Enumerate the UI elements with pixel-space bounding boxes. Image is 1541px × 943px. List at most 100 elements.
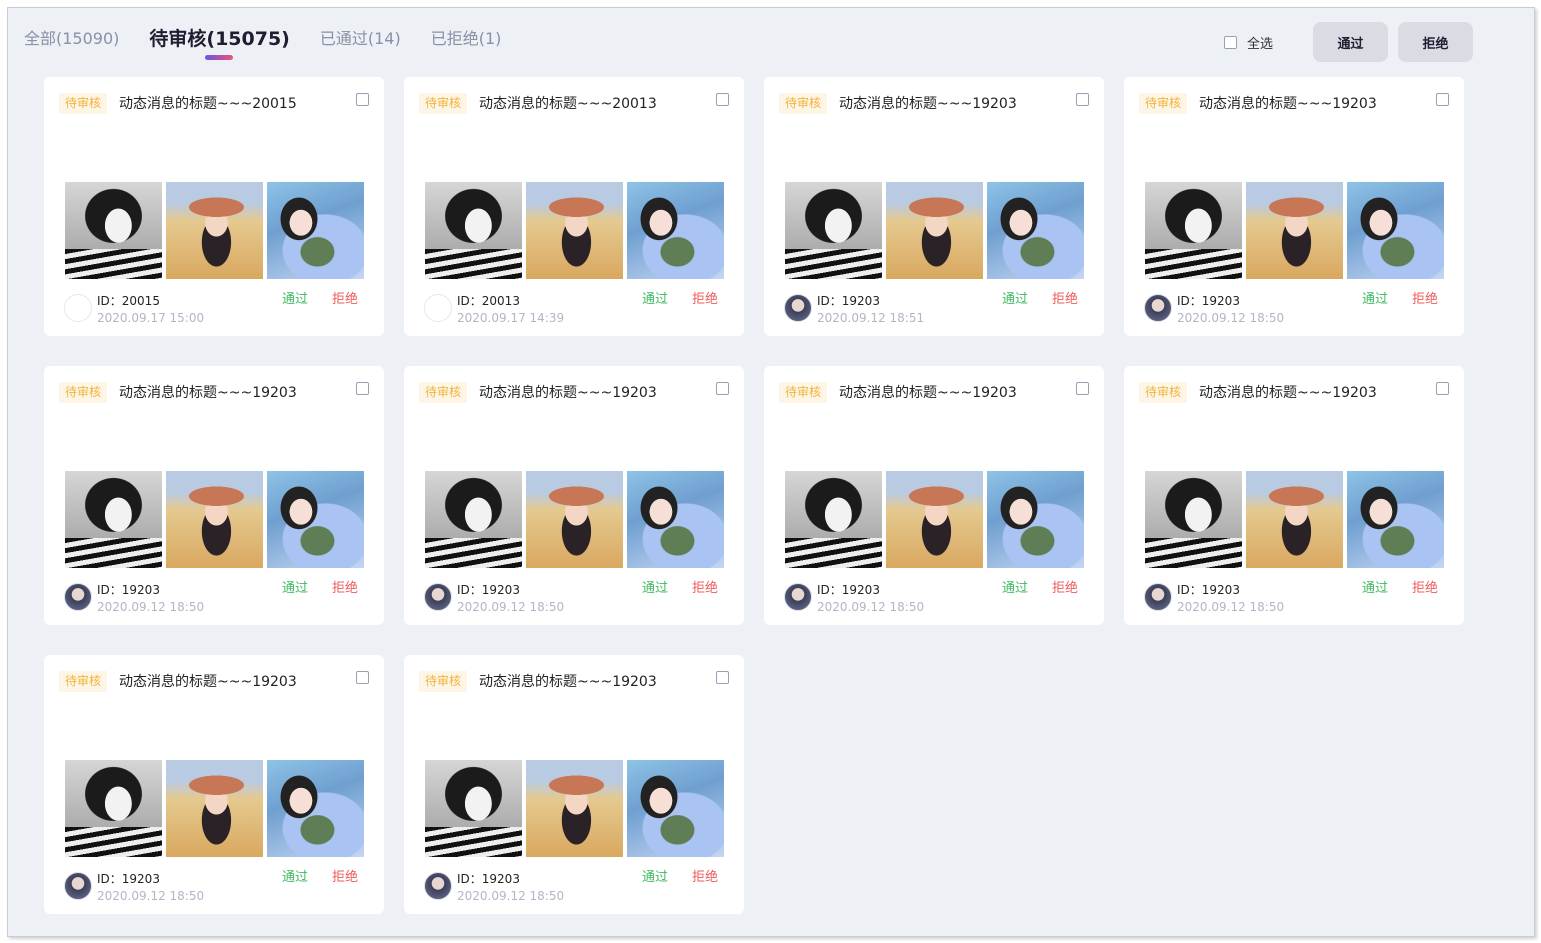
- reject-button[interactable]: 拒绝: [332, 292, 358, 308]
- post-card: 待审核 动态消息的标题~~~19203 ID：19203 2020.09.12 …: [404, 366, 744, 625]
- reject-button[interactable]: 拒绝: [1412, 292, 1438, 308]
- post-image[interactable]: [1246, 182, 1343, 279]
- avatar: [64, 583, 92, 611]
- card-checkbox[interactable]: [716, 93, 729, 106]
- user-id: ID：19203: [817, 294, 880, 308]
- select-all-checkbox[interactable]: [1223, 35, 1237, 49]
- card-footer: ID：19203 2020.09.12 18:50 通过 拒绝: [784, 581, 1084, 617]
- card-footer: ID：19203 2020.09.12 18:50 通过 拒绝: [64, 581, 364, 617]
- pass-button[interactable]: 通过: [1362, 292, 1388, 308]
- post-image[interactable]: [627, 471, 724, 568]
- reject-button[interactable]: 拒绝: [692, 870, 718, 886]
- post-image[interactable]: [267, 182, 364, 279]
- tab-pending[interactable]: 待审核(15075): [149, 26, 290, 60]
- post-time: 2020.09.12 18:51: [817, 311, 925, 325]
- pass-button[interactable]: 通过: [282, 870, 308, 886]
- tab-approved[interactable]: 已通过(14): [320, 26, 401, 52]
- tab-pending-label: 待审核(15075): [149, 28, 290, 50]
- post-image[interactable]: [267, 760, 364, 857]
- post-time: 2020.09.12 18:50: [97, 889, 205, 903]
- post-image[interactable]: [166, 471, 263, 568]
- bulk-reject-button[interactable]: 拒绝: [1398, 22, 1473, 62]
- avatar: [424, 872, 452, 900]
- user-id: ID：19203: [457, 872, 520, 886]
- pass-button[interactable]: 通过: [282, 292, 308, 308]
- pass-button[interactable]: 通过: [1002, 292, 1028, 308]
- post-image[interactable]: [987, 471, 1084, 568]
- post-image[interactable]: [886, 182, 983, 279]
- post-time: 2020.09.12 18:50: [97, 600, 205, 614]
- post-image[interactable]: [526, 182, 623, 279]
- post-image[interactable]: [526, 471, 623, 568]
- tab-all[interactable]: 全部(15090): [24, 26, 119, 52]
- pass-button[interactable]: 通过: [642, 292, 668, 308]
- reject-button[interactable]: 拒绝: [692, 581, 718, 597]
- card-footer: ID：19203 2020.09.12 18:50 通过 拒绝: [424, 870, 724, 906]
- tab-rejected[interactable]: 已拒绝(1): [431, 26, 502, 52]
- pass-button[interactable]: 通过: [642, 581, 668, 597]
- pass-button[interactable]: 通过: [1002, 581, 1028, 597]
- post-image[interactable]: [425, 471, 522, 568]
- reject-button[interactable]: 拒绝: [692, 292, 718, 308]
- status-badge: 待审核: [1139, 93, 1188, 114]
- post-image[interactable]: [166, 760, 263, 857]
- card-footer: ID：20015 2020.09.17 15:00 通过 拒绝: [64, 292, 364, 328]
- bulk-actions: 全选 通过 拒绝: [1223, 22, 1473, 62]
- user-id: ID：20013: [457, 294, 520, 308]
- post-image[interactable]: [526, 760, 623, 857]
- post-image[interactable]: [65, 471, 162, 568]
- pass-button[interactable]: 通过: [282, 581, 308, 597]
- reject-button[interactable]: 拒绝: [1052, 581, 1078, 597]
- card-checkbox[interactable]: [1076, 93, 1089, 106]
- pass-button[interactable]: 通过: [642, 870, 668, 886]
- select-all[interactable]: 全选: [1223, 33, 1273, 52]
- post-image[interactable]: [1347, 471, 1444, 568]
- post-image[interactable]: [166, 182, 263, 279]
- post-images: [65, 471, 368, 568]
- post-image[interactable]: [65, 182, 162, 279]
- card-checkbox[interactable]: [1076, 382, 1089, 395]
- bulk-pass-button[interactable]: 通过: [1313, 22, 1388, 62]
- reject-button[interactable]: 拒绝: [1412, 581, 1438, 597]
- status-badge: 待审核: [59, 382, 108, 403]
- post-time: 2020.09.12 18:50: [817, 600, 925, 614]
- post-image[interactable]: [1347, 182, 1444, 279]
- post-image[interactable]: [1145, 182, 1242, 279]
- reject-button[interactable]: 拒绝: [1052, 292, 1078, 308]
- post-image[interactable]: [1246, 471, 1343, 568]
- post-images: [65, 182, 368, 279]
- card-checkbox[interactable]: [356, 382, 369, 395]
- post-image[interactable]: [987, 182, 1084, 279]
- user-id: ID：20015: [97, 294, 160, 308]
- user-id: ID：19203: [1177, 294, 1240, 308]
- post-image[interactable]: [425, 760, 522, 857]
- avatar: [784, 583, 812, 611]
- avatar: [64, 872, 92, 900]
- reject-button[interactable]: 拒绝: [332, 581, 358, 597]
- card-checkbox[interactable]: [716, 671, 729, 684]
- post-image[interactable]: [65, 760, 162, 857]
- post-image[interactable]: [785, 471, 882, 568]
- pass-button[interactable]: 通过: [1362, 581, 1388, 597]
- card-checkbox[interactable]: [356, 93, 369, 106]
- card-checkbox[interactable]: [1436, 93, 1449, 106]
- card-checkbox[interactable]: [1436, 382, 1449, 395]
- status-badge: 待审核: [779, 382, 828, 403]
- post-title: 动态消息的标题~~~19203: [839, 96, 1017, 112]
- card-checkbox[interactable]: [716, 382, 729, 395]
- post-card: 待审核 动态消息的标题~~~19203 ID：19203 2020.09.12 …: [404, 655, 744, 914]
- post-images: [65, 760, 368, 857]
- post-image[interactable]: [267, 471, 364, 568]
- post-image[interactable]: [425, 182, 522, 279]
- post-image[interactable]: [785, 182, 882, 279]
- post-image[interactable]: [627, 182, 724, 279]
- post-card: 待审核 动态消息的标题~~~19203 ID：19203 2020.09.12 …: [764, 366, 1104, 625]
- post-image[interactable]: [1145, 471, 1242, 568]
- avatar: [424, 294, 452, 322]
- tab-bar: 全部(15090) 待审核(15075) 已通过(14) 已拒绝(1): [24, 26, 531, 60]
- post-time: 2020.09.17 15:00: [97, 311, 205, 325]
- reject-button[interactable]: 拒绝: [332, 870, 358, 886]
- post-image[interactable]: [886, 471, 983, 568]
- card-checkbox[interactable]: [356, 671, 369, 684]
- post-image[interactable]: [627, 760, 724, 857]
